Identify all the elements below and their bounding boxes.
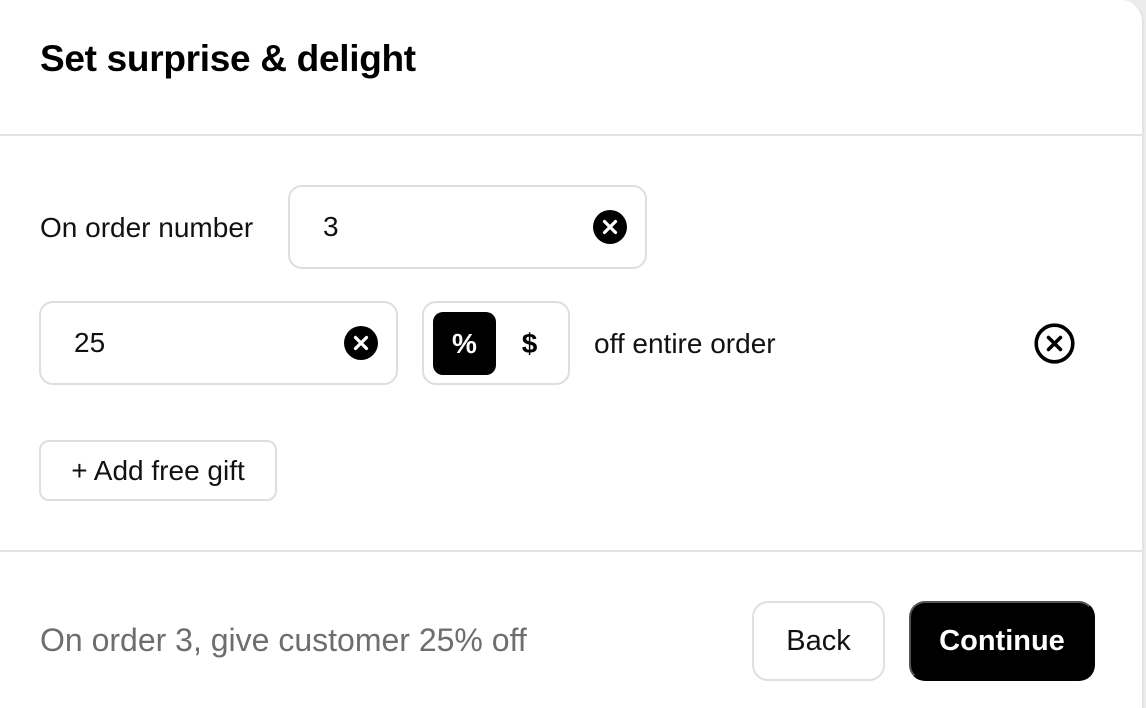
discount-amount-value: 25	[74, 327, 106, 358]
back-button[interactable]: Back	[752, 601, 885, 681]
discount-scope-label: off entire order	[594, 328, 776, 359]
modal-footer: On order 3, give customer 25% off Back C…	[0, 552, 1142, 708]
order-number-label: On order number	[40, 212, 254, 243]
order-number-value: 3	[323, 211, 339, 242]
clear-order-number-icon[interactable]	[593, 210, 627, 244]
discount-amount-field[interactable]: 25	[39, 301, 398, 385]
order-number-field[interactable]: 3	[288, 185, 647, 269]
modal-title: Set surprise & delight	[40, 38, 416, 79]
remove-discount-icon[interactable]	[1034, 323, 1075, 364]
discount-unit-toggle: % $	[422, 301, 570, 385]
modal-body: On order number 3 25 % $ off entire orde…	[0, 136, 1142, 552]
surprise-delight-modal: Set surprise & delight On order number 3…	[0, 0, 1144, 708]
dollar-unit-option[interactable]: $	[498, 312, 561, 375]
add-free-gift-button[interactable]: + Add free gift	[39, 440, 277, 501]
clear-discount-amount-icon[interactable]	[344, 326, 378, 360]
percent-unit-option[interactable]: %	[433, 312, 496, 375]
continue-button[interactable]: Continue	[909, 601, 1095, 681]
rule-summary: On order 3, give customer 25% off	[40, 622, 527, 658]
modal-header: Set surprise & delight	[0, 0, 1142, 136]
